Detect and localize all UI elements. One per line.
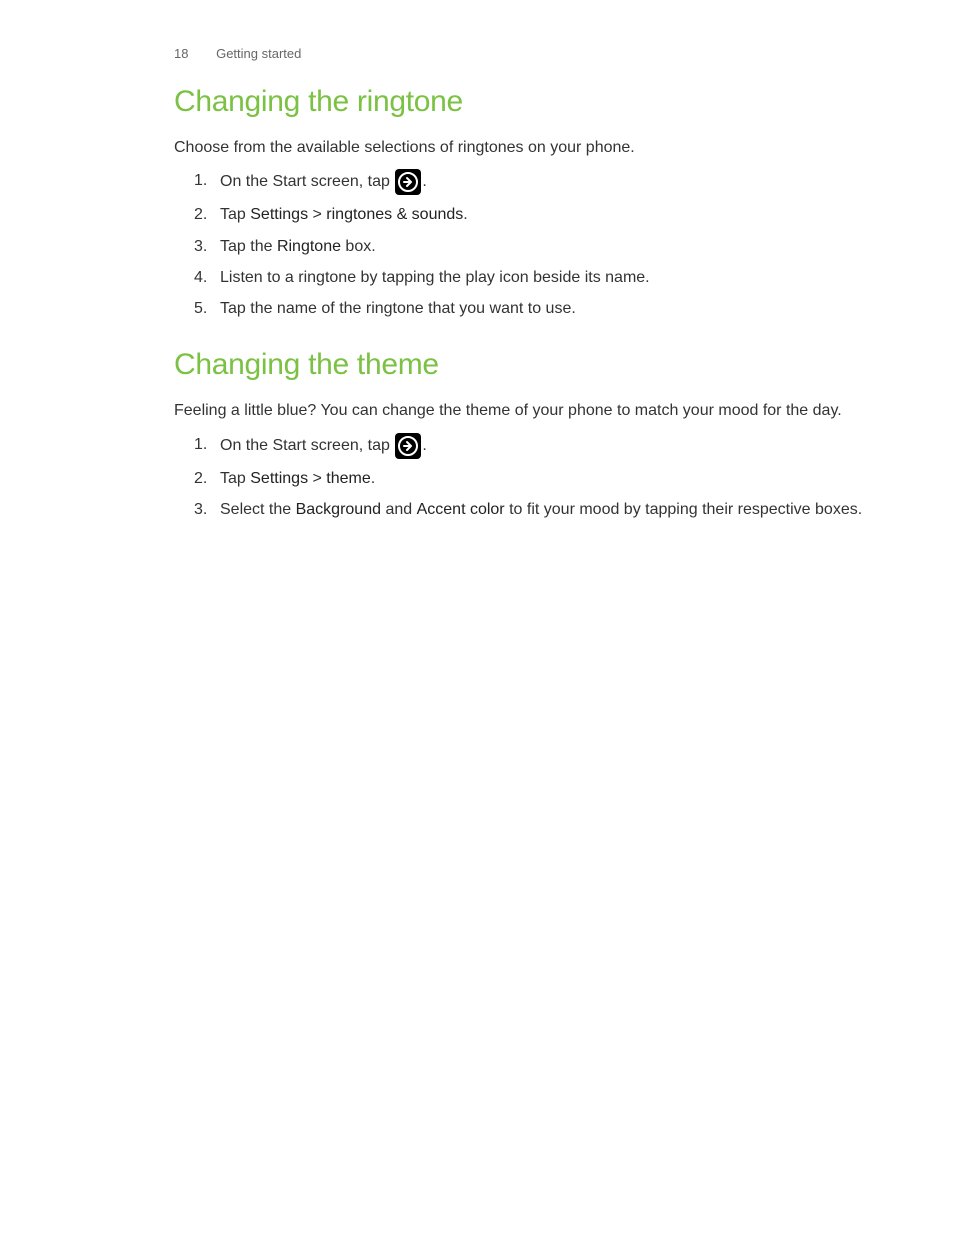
step-text: . xyxy=(371,470,375,487)
step-text: Tap the xyxy=(220,238,277,255)
bold-text: Settings xyxy=(250,470,308,487)
intro-ringtone: Choose from the available selections of … xyxy=(174,137,874,159)
list-item: Tap Settings > theme. xyxy=(194,467,874,490)
step-text: On the Start screen, tap xyxy=(220,174,394,191)
step-text: Tap xyxy=(220,206,250,223)
step-text: . xyxy=(463,206,467,223)
step-text: . xyxy=(422,437,426,454)
list-item: Tap Settings > ringtones & sounds. xyxy=(194,203,874,226)
page-number: 18 xyxy=(174,46,188,61)
step-text: > xyxy=(308,206,326,223)
bold-text: Settings xyxy=(250,206,308,223)
steps-ringtone: On the Start screen, tap . Tap Settings … xyxy=(174,169,874,320)
list-item: On the Start screen, tap . xyxy=(194,169,874,195)
steps-theme: On the Start screen, tap . Tap Settings … xyxy=(174,433,874,521)
list-item: Tap the name of the ringtone that you wa… xyxy=(194,297,874,320)
arrow-circle-icon xyxy=(395,169,421,195)
step-text: to fit your mood by tapping their respec… xyxy=(505,501,863,518)
list-item: On the Start screen, tap . xyxy=(194,433,874,459)
step-text: Tap xyxy=(220,470,250,487)
list-item: Select the Background and Accent color t… xyxy=(194,498,874,521)
heading-theme: Changing the theme xyxy=(174,348,874,382)
bold-text: theme xyxy=(326,470,370,487)
section-name: Getting started xyxy=(216,46,301,61)
heading-ringtone: Changing the ringtone xyxy=(174,85,874,119)
step-text: Tap the name of the ringtone that you wa… xyxy=(220,300,576,317)
step-text: box. xyxy=(341,238,376,255)
page-header: 18 Getting started xyxy=(174,46,874,61)
intro-theme: Feeling a little blue? You can change th… xyxy=(174,400,874,422)
bold-text: Ringtone xyxy=(277,238,341,255)
step-text: > xyxy=(308,470,326,487)
arrow-circle-icon xyxy=(395,433,421,459)
step-text: and xyxy=(381,501,417,518)
bold-text: ringtones & sounds xyxy=(326,206,463,223)
step-text: . xyxy=(422,174,426,191)
step-text: Listen to a ringtone by tapping the play… xyxy=(220,269,650,286)
list-item: Tap the Ringtone box. xyxy=(194,235,874,258)
bold-text: Background xyxy=(296,501,381,518)
step-text: On the Start screen, tap xyxy=(220,437,394,454)
bold-text: Accent color xyxy=(417,501,505,518)
list-item: Listen to a ringtone by tapping the play… xyxy=(194,266,874,289)
step-text: Select the xyxy=(220,501,296,518)
